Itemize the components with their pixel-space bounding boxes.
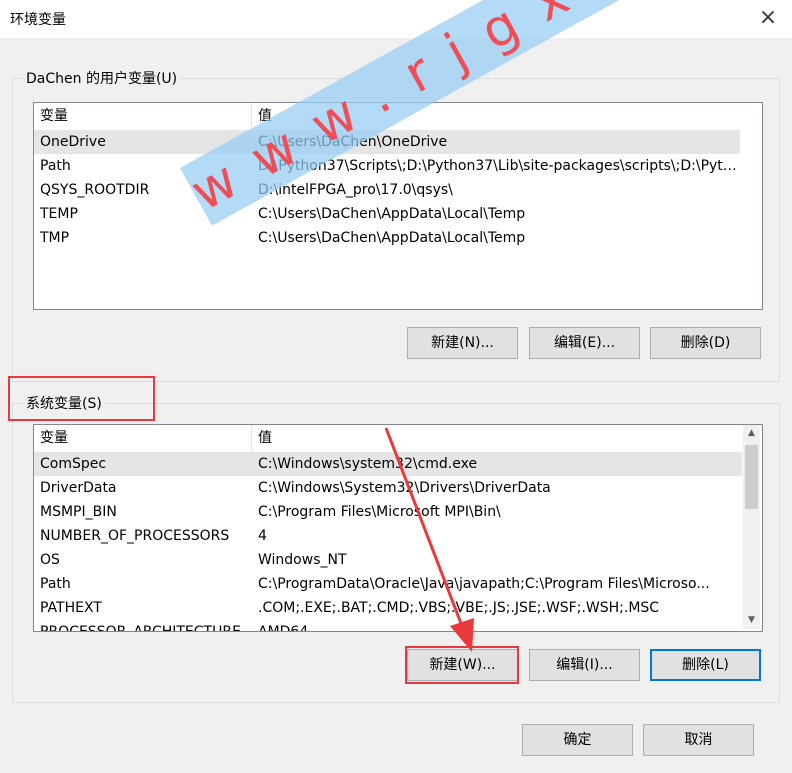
table-row[interactable]: NUMBER_OF_PROCESSORS 4 — [34, 524, 742, 548]
scroll-up-arrow-icon[interactable]: ▲ — [743, 425, 760, 442]
variable-value-cell: C:\Program Files\Microsoft MPI\Bin\ — [258, 504, 501, 520]
variable-name-cell: OS — [40, 552, 60, 568]
table-row[interactable]: TMP C:\Users\DaChen\AppData\Local\Temp — [34, 226, 740, 250]
user-edit-button[interactable]: 编辑(E)... — [529, 327, 640, 359]
variable-value-cell: 4 — [258, 528, 267, 544]
table-row[interactable]: ComSpec C:\Windows\system32\cmd.exe — [34, 452, 742, 476]
scrollbar-thumb[interactable] — [745, 445, 758, 509]
table-row[interactable]: OS Windows_NT — [34, 548, 742, 572]
table-row[interactable]: PROCESSOR_ARCHITECTURE AMD64 — [34, 620, 742, 632]
column-header-variable[interactable]: 变量 — [34, 103, 252, 129]
column-header-variable[interactable]: 变量 — [34, 425, 252, 451]
variable-value-cell: C:\ProgramData\Oracle\Java\javapath;C:\P… — [258, 576, 710, 592]
variable-name-cell: NUMBER_OF_PROCESSORS — [40, 528, 230, 544]
system-vars-list[interactable]: 变量 值 ComSpec C:\Windows\system32\cmd.exe… — [33, 424, 763, 632]
variable-name-cell: DriverData — [40, 480, 117, 496]
variable-value-cell: D:\intelFPGA_pro\17.0\qsys\ — [258, 182, 453, 198]
variable-value-cell: .COM;.EXE;.BAT;.CMD;.VBS;.VBE;.JS;.JSE;.… — [258, 600, 660, 616]
variable-value-cell: C:\Users\DaChen\AppData\Local\Temp — [258, 230, 526, 246]
user-vars-list[interactable]: 变量 值 OneDrive C:\Users\DaChen\OneDrive P… — [33, 102, 763, 310]
variable-value-cell: C:\Users\DaChen\AppData\Local\Temp — [258, 206, 526, 222]
user-vars-group-label: DaChen 的用户变量(U) — [23, 68, 181, 88]
system-delete-button[interactable]: 删除(L) — [650, 649, 761, 681]
table-row[interactable]: TEMP C:\Users\DaChen\AppData\Local\Temp — [34, 202, 740, 226]
new-button-highlight — [405, 646, 519, 684]
column-header-value[interactable]: 值 — [252, 425, 742, 451]
variable-name-cell: PROCESSOR_ARCHITECTURE — [40, 624, 241, 632]
variable-value-cell: AMD64 — [258, 624, 309, 632]
system-vars-scrollbar[interactable]: ▲ ▼ — [743, 425, 760, 629]
table-row[interactable]: MSMPI_BIN C:\Program Files\Microsoft MPI… — [34, 500, 742, 524]
system-vars-label-highlight — [8, 376, 155, 421]
table-row[interactable]: QSYS_ROOTDIR D:\intelFPGA_pro\17.0\qsys\ — [34, 178, 740, 202]
table-row[interactable]: Path C:\ProgramData\Oracle\Java\javapath… — [34, 572, 742, 596]
table-row[interactable]: DriverData C:\Windows\System32\Drivers\D… — [34, 476, 742, 500]
table-row[interactable]: PATHEXT .COM;.EXE;.BAT;.CMD;.VBS;.VBE;.J… — [34, 596, 742, 620]
table-row[interactable]: OneDrive C:\Users\DaChen\OneDrive — [34, 130, 740, 154]
cancel-button[interactable]: 取消 — [643, 724, 754, 756]
system-edit-button[interactable]: 编辑(I)... — [529, 649, 640, 681]
window-title: 环境变量 — [10, 12, 66, 28]
system-vars-list-header: 变量 值 — [34, 425, 742, 451]
variable-value-cell: C:\Windows\System32\Drivers\DriverData — [258, 480, 551, 496]
title-bar: 环境变量 × — [0, 0, 792, 38]
close-icon[interactable]: × — [754, 4, 782, 32]
user-delete-button[interactable]: 删除(D) — [650, 327, 761, 359]
ok-button[interactable]: 确定 — [522, 724, 633, 756]
variable-name-cell: ComSpec — [40, 456, 107, 472]
variable-name-cell: PATHEXT — [40, 600, 102, 616]
scroll-down-arrow-icon[interactable]: ▼ — [743, 612, 760, 629]
variable-value-cell: C:\Windows\system32\cmd.exe — [258, 456, 478, 472]
table-row[interactable]: Path D:\Python37\Scripts\;D:\Python37\Li… — [34, 154, 740, 178]
user-new-button[interactable]: 新建(N)... — [407, 327, 518, 359]
variable-name-cell: Path — [40, 576, 71, 592]
variable-name-cell: TMP — [40, 230, 70, 246]
variable-value-cell: Windows_NT — [258, 552, 347, 568]
variable-name-cell: MSMPI_BIN — [40, 504, 117, 520]
